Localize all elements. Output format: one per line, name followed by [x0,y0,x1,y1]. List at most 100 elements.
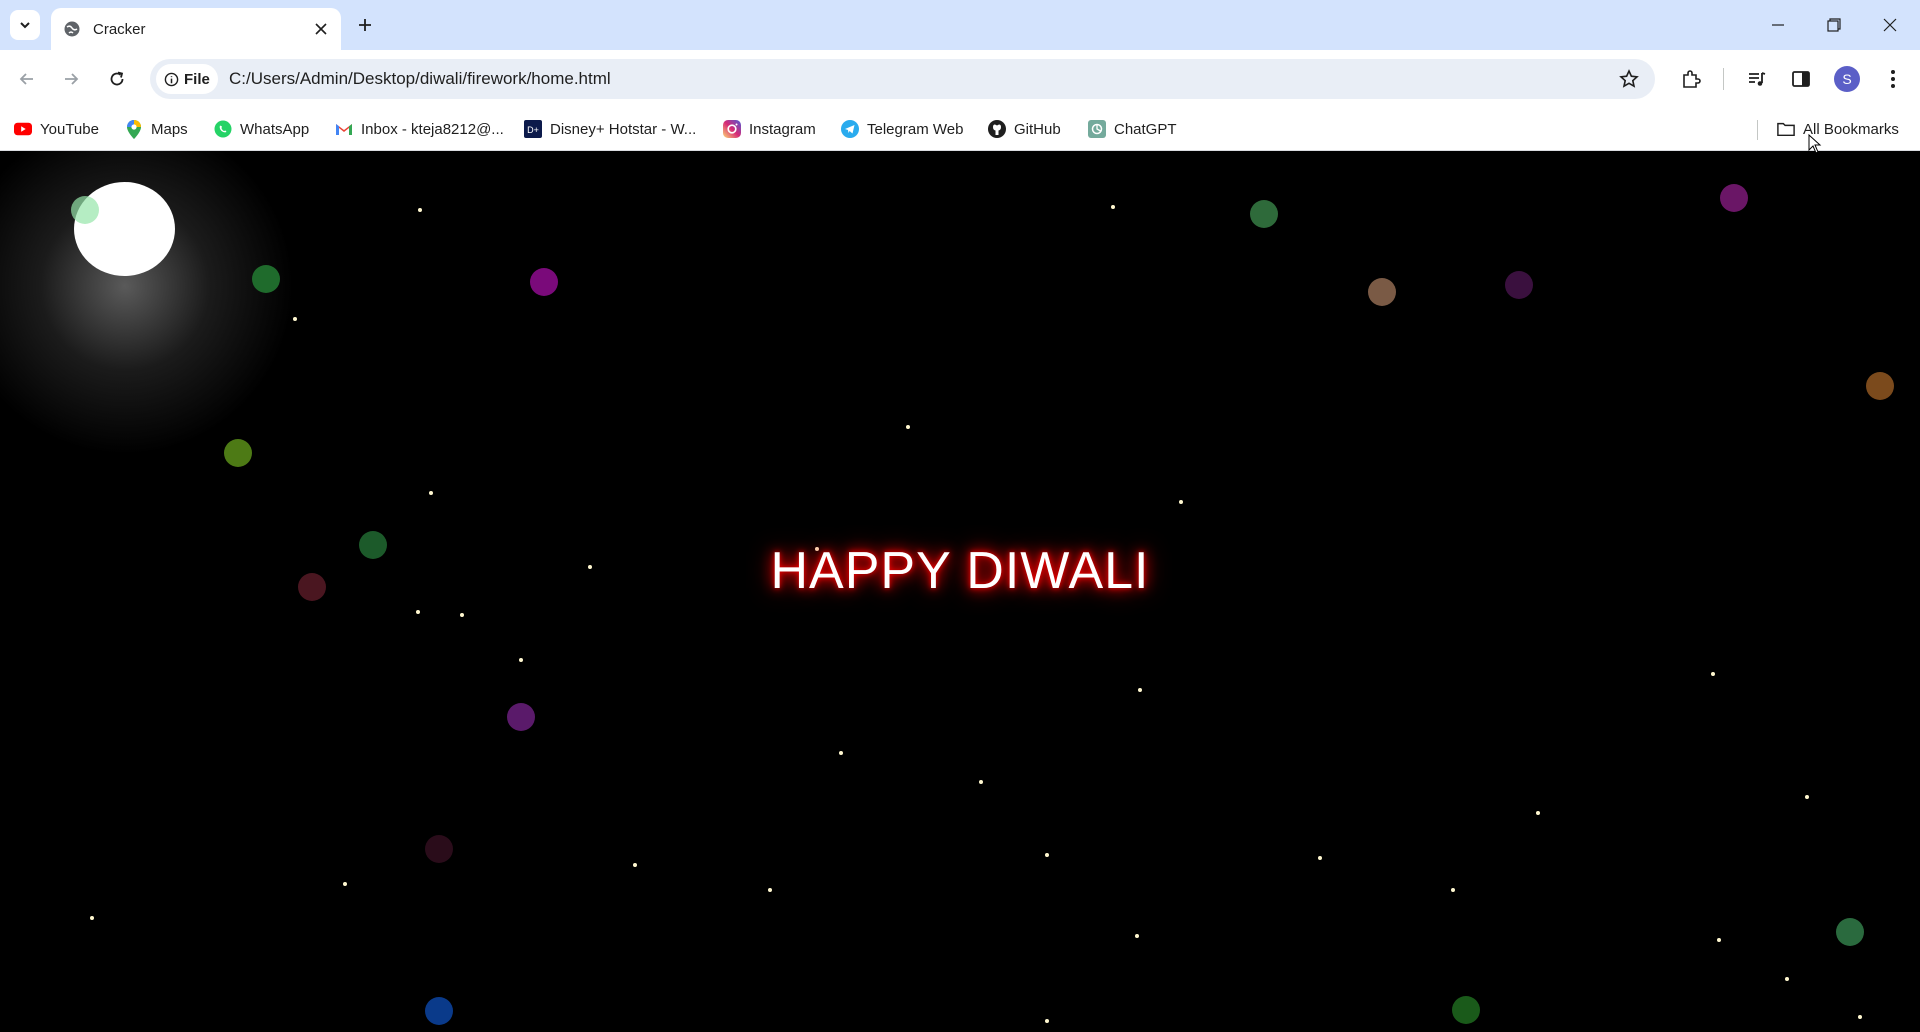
tab-active[interactable]: Cracker [51,8,341,50]
star [418,208,422,212]
whatsapp-icon [214,120,232,138]
bookmark-label: Inbox - kteja8212@... [361,120,504,138]
chevron-down-icon [20,22,30,29]
firework-orb [71,196,99,224]
star [343,882,347,886]
more-menu-icon[interactable] [1881,67,1905,91]
mouse-cursor-icon [1808,134,1822,154]
close-window-button[interactable] [1862,0,1918,50]
star [839,751,843,755]
star [1179,500,1183,504]
bookmark-whatsapp[interactable]: WhatsApp [214,118,309,140]
firework-orb [1452,996,1480,1024]
tab-strip: Cracker [0,0,1920,50]
bookmark-label: Disney+ Hotstar - W... [550,120,697,138]
bookmark-label: Telegram Web [867,120,964,138]
bookmarks-bar: YouTube Maps WhatsApp Inbox - kteja8212@… [0,108,1920,151]
firework-orb [1866,372,1894,400]
tab-search-button[interactable] [10,10,40,40]
fireworks-page: HAPPY DIWALI [0,151,1920,1032]
firework-orb [425,997,453,1025]
scheme-label: File [184,70,210,88]
bookmark-youtube[interactable]: YouTube [14,118,99,140]
firework-orb [224,439,252,467]
star [768,888,772,892]
firework-orb [1720,184,1748,212]
new-tab-button[interactable] [352,12,378,38]
forward-button[interactable] [55,63,87,95]
star [1451,888,1455,892]
star [633,863,637,867]
media-control-icon[interactable] [1745,67,1769,91]
profile-avatar[interactable]: S [1834,66,1860,92]
star [1045,853,1049,857]
bookmark-label: ChatGPT [1114,120,1177,138]
star [906,425,910,429]
bookmark-telegram[interactable]: Telegram Web [841,118,963,140]
github-icon [988,120,1006,138]
bookmarks-divider [1757,120,1758,140]
svg-text:D+: D+ [527,125,539,135]
reload-button[interactable] [101,63,133,95]
bookmark-chatgpt[interactable]: ChatGPT [1088,118,1177,140]
star [1045,1019,1049,1023]
instagram-icon [723,120,741,138]
firework-orb [1505,271,1533,299]
telegram-icon [841,120,859,138]
firework-orb [1368,278,1396,306]
gmail-icon [335,120,353,138]
firework-orb [425,835,453,863]
arrow-right-icon [65,73,79,85]
minimize-button[interactable] [1750,0,1806,50]
site-info-chip[interactable]: File [156,64,218,94]
restore-icon [1827,18,1841,32]
bookmark-label: YouTube [40,120,99,138]
star [90,916,94,920]
star [1111,205,1115,209]
bookmark-label: Instagram [749,120,816,138]
bookmark-star-icon[interactable] [1617,67,1641,91]
reload-icon [110,71,124,86]
restore-button[interactable] [1806,0,1862,50]
star [460,613,464,617]
bookmark-instagram[interactable]: Instagram [723,118,816,140]
firework-orb [252,265,280,293]
folder-icon [1777,120,1795,138]
bookmark-github[interactable]: GitHub [988,118,1061,140]
toolbar-divider [1723,68,1724,90]
bookmark-hotstar[interactable]: D+ Disney+ Hotstar - W... [524,118,696,140]
star [1805,795,1809,799]
star [1711,672,1715,676]
globe-icon [63,20,81,38]
star [1135,934,1139,938]
all-bookmarks-button[interactable]: All Bookmarks [1777,118,1899,140]
star [1318,856,1322,860]
bookmark-maps[interactable]: Maps [125,118,188,140]
side-panel-icon[interactable] [1789,67,1813,91]
bookmark-label: WhatsApp [240,120,310,138]
youtube-icon [14,120,32,138]
firework-orb [530,268,558,296]
hotstar-icon: D+ [524,120,542,138]
close-tab-icon[interactable] [309,17,333,41]
address-bar[interactable]: File C:/Users/Admin/Desktop/diwali/firew… [150,59,1655,99]
firework-orb [1836,918,1864,946]
url-text[interactable]: C:/Users/Admin/Desktop/diwali/firework/h… [229,69,611,89]
star [1858,1015,1862,1019]
star [293,317,297,321]
star [1536,811,1540,815]
back-button[interactable] [11,63,43,95]
bookmark-inbox[interactable]: Inbox - kteja8212@... [335,118,504,140]
plus-icon [359,19,371,31]
maps-icon [125,119,143,139]
firework-orb [1250,200,1278,228]
firework-orb [507,703,535,731]
star [1138,688,1142,692]
star [416,610,420,614]
star [1785,977,1789,981]
star [519,658,523,662]
info-icon [164,72,179,86]
chatgpt-icon [1088,120,1106,138]
arrow-left-icon [19,73,33,85]
extensions-icon[interactable] [1679,67,1703,91]
